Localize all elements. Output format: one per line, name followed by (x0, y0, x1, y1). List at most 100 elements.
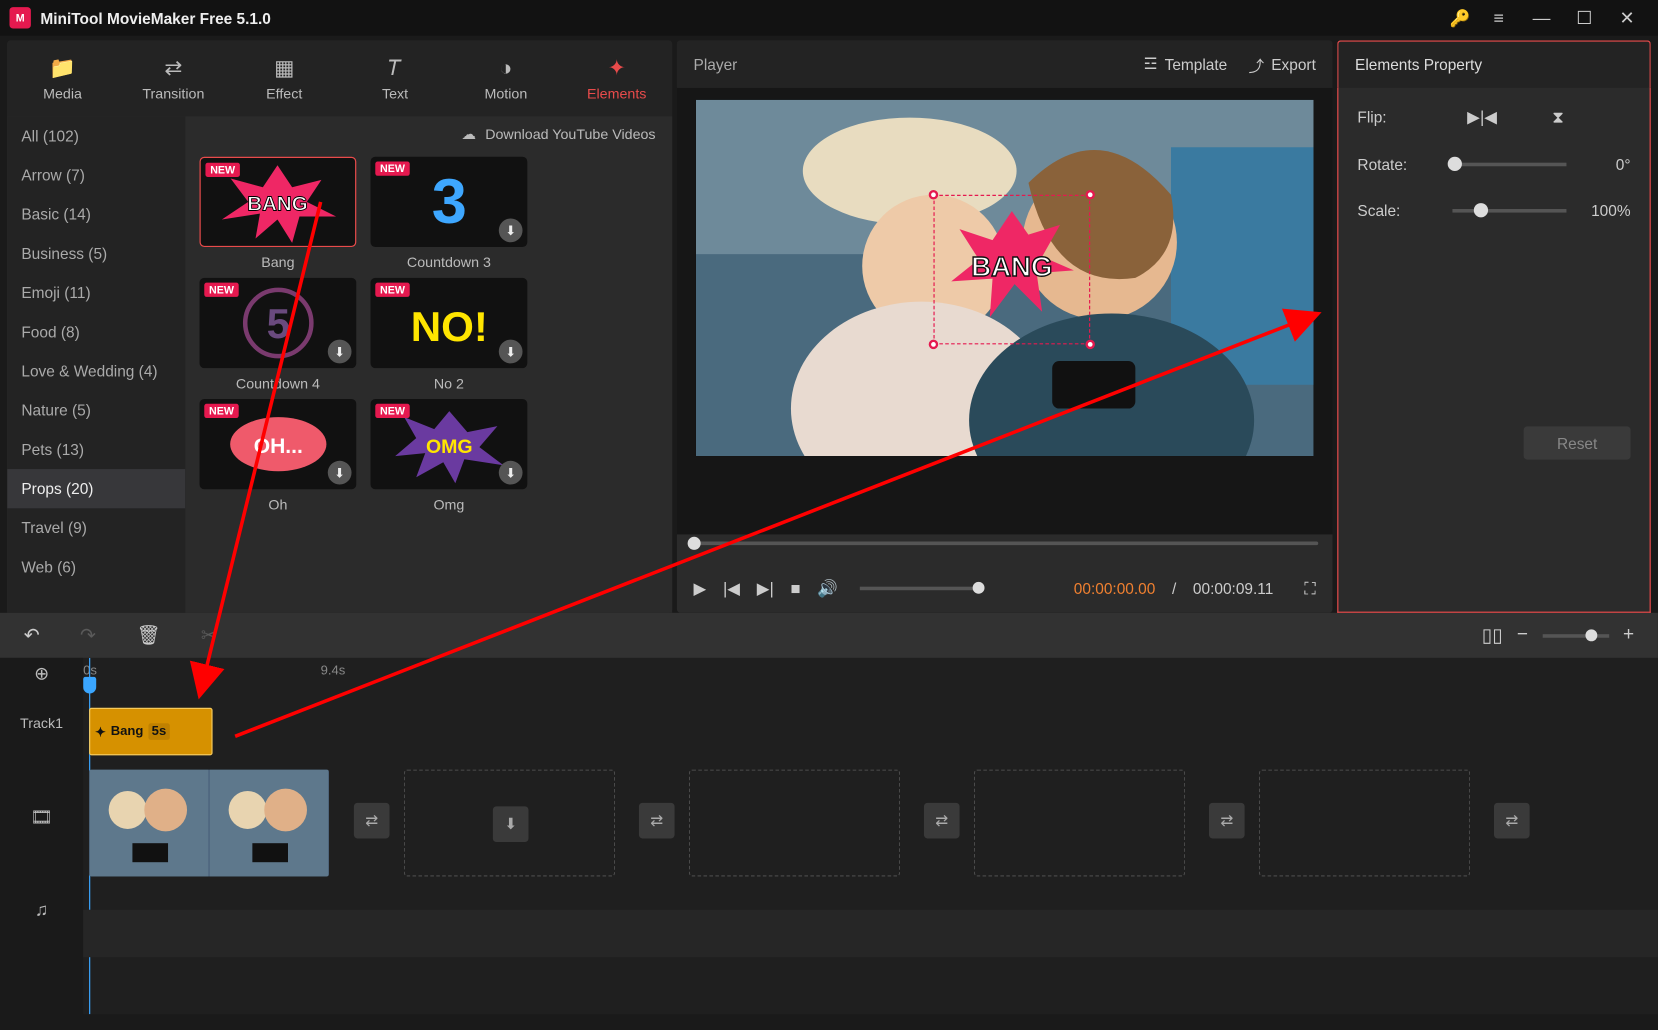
card-label: Omg (371, 496, 528, 513)
empty-slot[interactable] (1259, 770, 1470, 877)
reset-button[interactable]: Reset (1524, 426, 1631, 459)
resize-handle[interactable] (929, 190, 939, 200)
stop-button[interactable]: ■ (790, 578, 800, 597)
download-icon[interactable]: ⬇ (328, 340, 352, 364)
empty-slot[interactable] (974, 770, 1185, 877)
transition-slot-button[interactable]: ⇄ (354, 803, 390, 839)
redo-button[interactable]: ↷ (80, 623, 96, 647)
transition-icon: ⇄ (164, 55, 182, 80)
svg-text:3: 3 (431, 167, 466, 237)
elements-grid[interactable]: NEW BANG Bang NEW 3 ⬇ Countdown 3 (185, 152, 672, 613)
transition-slot-button[interactable]: ⇄ (1494, 803, 1530, 839)
category-list[interactable]: All (102) Arrow (7) Basic (14) Business … (7, 116, 185, 612)
transition-slot-button[interactable]: ⇄ (1209, 803, 1245, 839)
category-item[interactable]: Travel (9) (7, 508, 185, 547)
hamburger-icon[interactable]: ≡ (1477, 8, 1520, 28)
empty-slot[interactable]: ⬇ (404, 770, 615, 877)
prev-frame-button[interactable]: |◀ (723, 578, 740, 598)
card-label: No 2 (371, 375, 528, 392)
resize-handle[interactable] (1085, 340, 1095, 350)
tab-text[interactable]: 𝑇Text (353, 55, 436, 101)
tab-transition[interactable]: ⇄ Transition (132, 55, 215, 101)
element-clip-bang[interactable]: ✦ Bang 5s (89, 708, 213, 756)
category-item[interactable]: Business (5) (7, 234, 185, 273)
player-panel: Player ☲Template ⤴Export (677, 40, 1333, 612)
resize-handle[interactable] (1085, 190, 1095, 200)
scrub-bar[interactable] (677, 534, 1333, 563)
maximize-button[interactable]: ☐ (1563, 7, 1606, 28)
element-card-bang[interactable]: NEW BANG Bang (200, 157, 357, 271)
tab-elements[interactable]: ✦Elements (575, 55, 658, 101)
category-item[interactable]: Nature (5) (7, 391, 185, 430)
volume-slider[interactable] (859, 586, 978, 590)
download-icon[interactable]: ⬇ (499, 461, 523, 485)
category-item[interactable]: Arrow (7) (7, 156, 185, 195)
category-item-active[interactable]: Props (20) (7, 469, 185, 508)
key-icon[interactable]: 🔑 (1450, 8, 1471, 28)
rotate-slider[interactable] (1452, 163, 1566, 167)
category-item[interactable]: Basic (14) (7, 195, 185, 234)
video-preview[interactable]: BANG (696, 100, 1314, 456)
next-frame-button[interactable]: ▶| (757, 578, 774, 598)
tab-label: Transition (142, 85, 204, 102)
export-button[interactable]: ⤴Export (1249, 53, 1316, 76)
category-item[interactable]: Web (6) (7, 547, 185, 586)
download-icon[interactable]: ⬇ (499, 340, 523, 364)
zoom-out-button[interactable]: − (1517, 625, 1528, 646)
volume-icon[interactable]: 🔊 (817, 578, 838, 598)
audio-lane[interactable] (83, 910, 1658, 958)
download-icon[interactable]: ⬇ (328, 461, 352, 485)
empty-slot[interactable] (689, 770, 900, 877)
tab-media[interactable]: 📁Media (21, 55, 104, 101)
zoom-slider[interactable] (1542, 634, 1609, 638)
video-track-icon: 🎞 (0, 758, 83, 877)
folder-icon: 📁 (49, 55, 76, 80)
timeline-ruler[interactable]: 0s 9.4s (83, 658, 1658, 689)
library-tabs: 📁Media ⇄ Transition ▦Effect 𝑇Text ◑Motion… (7, 40, 672, 116)
import-slot-icon[interactable]: ⬇ (493, 806, 529, 842)
tab-label: Text (382, 85, 408, 102)
element-card-omg[interactable]: NEW OMG ⬇ Omg (371, 399, 528, 513)
category-item[interactable]: All (102) (7, 116, 185, 155)
audio-track-icon: ♫ (0, 876, 83, 943)
transition-slot-button[interactable]: ⇄ (924, 803, 960, 839)
split-button[interactable]: ✂ (201, 623, 217, 647)
element-card-countdown3[interactable]: NEW 3 ⬇ Countdown 3 (371, 157, 528, 271)
ruler-tick: 9.4s (321, 664, 346, 678)
element-card-countdown4[interactable]: NEW 5 ⬇ Countdown 4 (200, 278, 357, 392)
flip-vertical-button[interactable]: ⧗ (1540, 107, 1576, 127)
download-youtube-link[interactable]: Download YouTube Videos (485, 126, 655, 143)
template-button[interactable]: ☲Template (1144, 55, 1228, 74)
new-badge: NEW (375, 162, 409, 176)
add-track-button[interactable]: ⊕ (0, 658, 83, 689)
zoom-in-button[interactable]: + (1623, 625, 1634, 646)
tab-motion[interactable]: ◑Motion (464, 55, 547, 101)
close-button[interactable]: ✕ (1606, 7, 1649, 28)
card-label: Countdown 4 (200, 375, 357, 392)
timeline-tracks[interactable]: 0s 9.4s ✦ Bang 5s ⇄ ⬇ ⇄ ⇄ ⇄ (83, 658, 1658, 1014)
fit-zoom-icon[interactable]: ▯▯ (1482, 623, 1503, 647)
download-icon[interactable]: ⬇ (499, 219, 523, 243)
svg-text:OMG: OMG (426, 436, 473, 458)
category-item[interactable]: Love & Wedding (4) (7, 352, 185, 391)
category-item[interactable]: Food (8) (7, 312, 185, 351)
category-item[interactable]: Pets (13) (7, 430, 185, 469)
clip-name: Bang (111, 724, 144, 738)
category-item[interactable]: Emoji (11) (7, 273, 185, 312)
library-panel: 📁Media ⇄ Transition ▦Effect 𝑇Text ◑Motion… (7, 40, 672, 612)
undo-button[interactable]: ↶ (24, 623, 40, 647)
resize-handle[interactable] (929, 340, 939, 350)
scale-value: 100% (1578, 202, 1630, 220)
element-overlay-bang[interactable]: BANG (933, 195, 1090, 345)
fullscreen-button[interactable]: ⛶ (1304, 578, 1316, 598)
tab-effect[interactable]: ▦Effect (243, 55, 326, 101)
element-card-oh[interactable]: NEW OH... ⬇ Oh (200, 399, 357, 513)
new-badge: NEW (375, 283, 409, 297)
transition-slot-button[interactable]: ⇄ (639, 803, 675, 839)
minimize-button[interactable]: — (1520, 8, 1563, 28)
delete-button[interactable]: 🗑 (136, 623, 160, 647)
play-button[interactable]: ▶ (694, 578, 707, 598)
element-card-no2[interactable]: NEW NO! ⬇ No 2 (371, 278, 528, 392)
scale-slider[interactable] (1452, 209, 1566, 213)
flip-horizontal-button[interactable]: ▶|◀ (1464, 107, 1500, 127)
